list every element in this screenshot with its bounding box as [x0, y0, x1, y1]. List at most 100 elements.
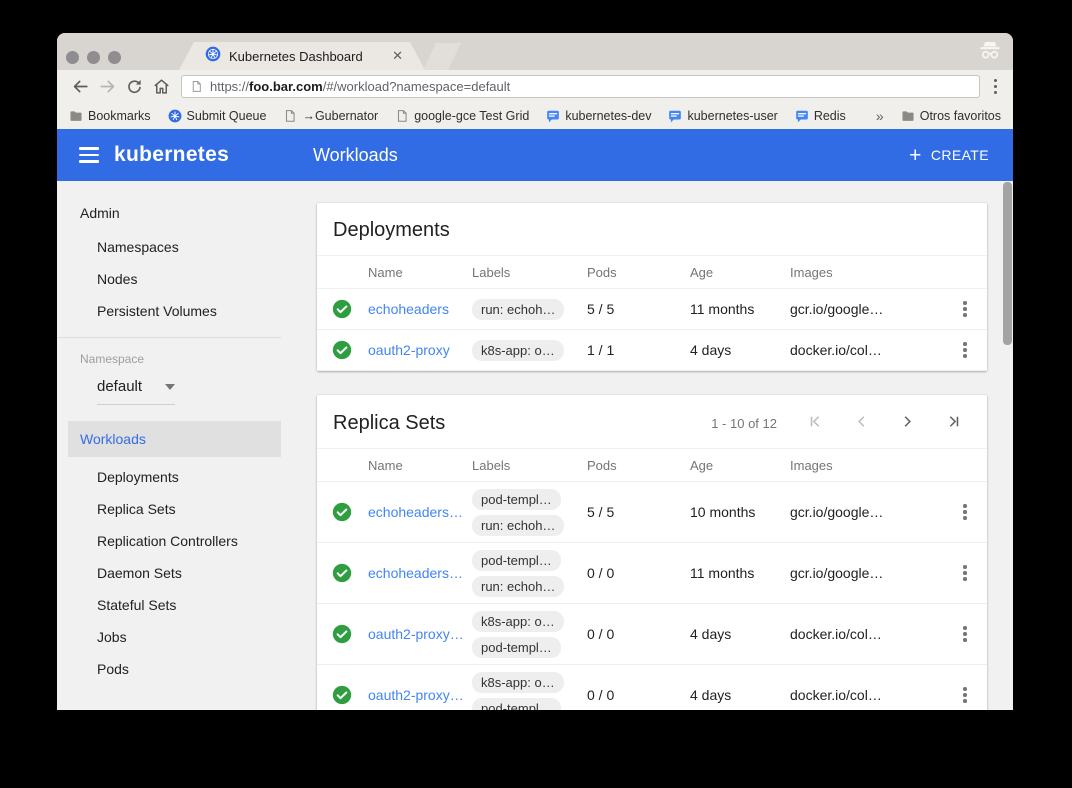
- status-success-icon: [317, 685, 368, 705]
- label-chip: k8s-app: o…: [472, 672, 564, 693]
- forward-icon[interactable]: [94, 73, 121, 100]
- table-header: NameLabelsPodsAgeImages: [317, 255, 987, 289]
- column-header-images: Images: [790, 265, 943, 280]
- admin-items: NamespacesNodesPersistent Volumes: [57, 231, 281, 327]
- home-icon[interactable]: [148, 73, 175, 100]
- table-row: oauth2-proxy…k8s-app: o…pod-templ…0 / 04…: [317, 604, 987, 665]
- age-cell: 4 days: [690, 342, 790, 358]
- reload-icon[interactable]: [121, 73, 148, 100]
- browser-menu-icon[interactable]: [988, 75, 1004, 99]
- label-chip: run: echoh…: [472, 515, 564, 536]
- resource-link[interactable]: oauth2-proxy…: [368, 687, 464, 703]
- sidebar-item-jobs[interactable]: Jobs: [57, 621, 281, 653]
- card-title-deployments: Deployments: [333, 219, 450, 242]
- sidebar-item-replication-controllers[interactable]: Replication Controllers: [57, 525, 281, 557]
- bookmark-label: »: [876, 108, 884, 124]
- chat-icon: [546, 109, 560, 123]
- sidebar-item-stateful-sets[interactable]: Stateful Sets: [57, 589, 281, 621]
- close-window-button[interactable]: [66, 51, 79, 64]
- next-page-icon[interactable]: [895, 411, 919, 435]
- pods-cell: 1 / 1: [587, 342, 690, 358]
- bookmark-item[interactable]: Submit Queue: [168, 109, 267, 123]
- row-menu-icon[interactable]: [955, 622, 975, 646]
- previous-page-icon[interactable]: [849, 411, 873, 435]
- deployments-card: Deployments NameLabelsPodsAgeImages echo…: [317, 203, 987, 371]
- bookmark-label: Otros favoritos: [920, 109, 1001, 123]
- label-chip: pod-templ…: [472, 637, 561, 658]
- hamburger-menu-icon[interactable]: [79, 147, 99, 163]
- label-chip: pod-templ…: [472, 550, 561, 571]
- scrollbar-thumb[interactable]: [1003, 182, 1012, 345]
- label-chip: pod-templ…: [472, 698, 561, 711]
- column-header-labels: Labels: [472, 452, 587, 479]
- row-menu-icon[interactable]: [955, 683, 975, 707]
- bookmark-item[interactable]: →Gubernator: [283, 109, 378, 123]
- bookmarks-bar: Bookmarks Submit Queue →Gubernator google-g…: [57, 103, 1013, 129]
- row-menu-icon[interactable]: [955, 561, 975, 585]
- bookmark-item[interactable]: »: [876, 108, 884, 124]
- sidebar-item-deployments[interactable]: Deployments: [57, 461, 281, 493]
- bookmark-label: Submit Queue: [187, 109, 267, 123]
- table-row: oauth2-proxy…k8s-app: o…pod-templ…0 / 04…: [317, 665, 987, 710]
- resource-link[interactable]: echoheaders…: [368, 565, 463, 581]
- bookmark-item[interactable]: Otros favoritos: [901, 109, 1001, 123]
- tab-close-icon[interactable]: ✕: [392, 48, 403, 64]
- pods-cell: 5 / 5: [587, 301, 690, 317]
- label-chip: k8s-app: o…: [472, 340, 564, 361]
- sidebar-item-workloads[interactable]: Workloads: [68, 421, 281, 457]
- bookmark-item[interactable]: google-gce Test Grid: [395, 109, 529, 123]
- sidebar-item-pods[interactable]: Pods: [57, 653, 281, 685]
- sidebar-header-admin[interactable]: Admin: [57, 195, 281, 231]
- sidebar-item-persistent-volumes[interactable]: Persistent Volumes: [57, 295, 281, 327]
- sidebar-item-nodes[interactable]: Nodes: [57, 263, 281, 295]
- age-cell: 11 months: [690, 301, 790, 317]
- create-button[interactable]: + CREATE: [909, 145, 989, 166]
- minimize-window-button[interactable]: [87, 51, 100, 64]
- namespace-label: Namespace: [57, 338, 281, 366]
- resource-link[interactable]: oauth2-proxy: [368, 342, 450, 358]
- first-page-icon[interactable]: [803, 411, 827, 435]
- table-header: NameLabelsPodsAgeImages: [317, 448, 987, 482]
- kubernetes-favicon-icon: [205, 46, 221, 67]
- namespace-select[interactable]: default: [97, 378, 175, 405]
- new-tab-button[interactable]: [423, 43, 461, 70]
- kubernetes-icon: [168, 109, 182, 123]
- status-success-icon: [317, 299, 368, 319]
- age-cell: 4 days: [690, 626, 790, 642]
- status-success-icon: [317, 624, 368, 644]
- page-icon: [395, 109, 409, 123]
- kubernetes-logo: kubernetes: [114, 143, 229, 167]
- back-icon[interactable]: [67, 73, 94, 100]
- url-bar[interactable]: https://foo.bar.com/#/workload?namespace…: [181, 75, 980, 98]
- row-menu-icon[interactable]: [955, 297, 975, 321]
- page-title: Workloads: [313, 145, 398, 166]
- label-chip: run: echoh…: [472, 576, 564, 597]
- last-page-icon[interactable]: [941, 411, 965, 435]
- url-text: https://foo.bar.com/#/workload?namespace…: [210, 79, 510, 94]
- replica-sets-card: Replica Sets 1 - 10 of 12: [317, 395, 987, 710]
- bookmark-item[interactable]: kubernetes-user: [668, 109, 777, 123]
- zoom-window-button[interactable]: [108, 51, 121, 64]
- sidebar-item-replica-sets[interactable]: Replica Sets: [57, 493, 281, 525]
- sidebar-item-namespaces[interactable]: Namespaces: [57, 231, 281, 263]
- resource-link[interactable]: echoheaders: [368, 301, 449, 317]
- resource-link[interactable]: oauth2-proxy…: [368, 626, 464, 642]
- workloads-items: DeploymentsReplica SetsReplication Contr…: [57, 461, 281, 685]
- row-menu-icon[interactable]: [955, 500, 975, 524]
- page-icon: [283, 109, 297, 123]
- table-row: echoheaders…pod-templ…run: echoh…0 / 011…: [317, 543, 987, 604]
- bookmark-item[interactable]: kubernetes-dev: [546, 109, 651, 123]
- namespace-value: default: [97, 378, 142, 395]
- bookmark-item[interactable]: Bookmarks: [69, 109, 151, 123]
- label-chip: pod-templ…: [472, 489, 561, 510]
- browser-tab[interactable]: Kubernetes Dashboard ✕: [179, 42, 425, 70]
- images-cell: docker.io/col…: [790, 342, 943, 358]
- bookmark-item[interactable]: Redis: [795, 109, 846, 123]
- chat-icon: [668, 109, 682, 123]
- column-header-name: Name: [368, 265, 472, 280]
- browser-tabstrip: Kubernetes Dashboard ✕: [57, 33, 1013, 70]
- resource-link[interactable]: echoheaders…: [368, 504, 463, 520]
- row-menu-icon[interactable]: [955, 338, 975, 362]
- sidebar-item-daemon-sets[interactable]: Daemon Sets: [57, 557, 281, 589]
- status-success-icon: [317, 502, 368, 522]
